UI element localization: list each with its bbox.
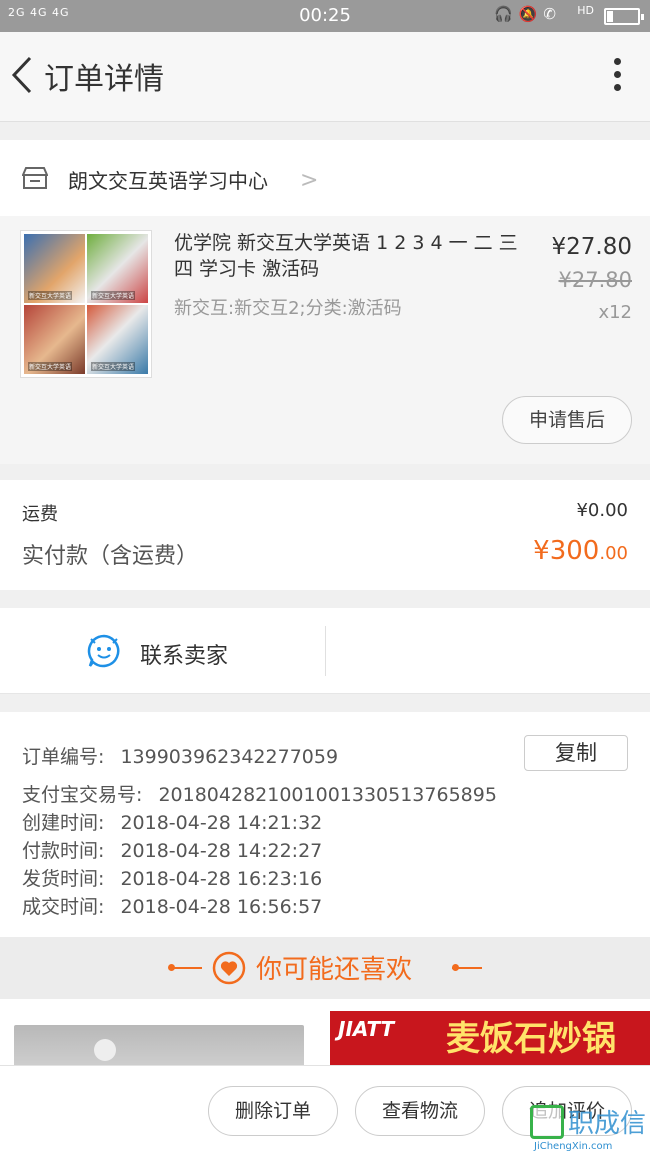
paid-amount: ¥300.00 bbox=[533, 536, 628, 566]
shop-name: 朗文交互英语学习中心 bbox=[68, 169, 268, 193]
recommend-item-wok[interactable]: JIATT 麦饭石炒锅 bbox=[330, 1011, 650, 1065]
app-header: 订单详情 bbox=[0, 32, 650, 122]
phone-icon: ✆ bbox=[543, 5, 562, 23]
headset-icon: 🎧 bbox=[494, 5, 519, 23]
paid-time: 2018-04-28 14:22:27 bbox=[120, 840, 323, 862]
watermark-logo bbox=[530, 1105, 564, 1139]
created-time: 2018-04-28 14:21:32 bbox=[120, 812, 323, 834]
product-original-price: ¥27.80 bbox=[558, 268, 632, 292]
recommend-list: JIATT 麦饭石炒锅 bbox=[0, 999, 650, 1065]
ad-brand: JIATT bbox=[338, 1017, 395, 1041]
shipped-time: 2018-04-28 16:23:16 bbox=[120, 868, 323, 890]
shop-row[interactable]: 朗文交互英语学习中心 > bbox=[0, 140, 650, 216]
watermark-cn: 职成信 bbox=[568, 1109, 647, 1139]
alipay-number: 2018042821001001330513765895 bbox=[158, 784, 497, 806]
view-logistics-button[interactable]: 查看物流 bbox=[355, 1086, 485, 1136]
recommend-item-cap[interactable] bbox=[14, 1025, 304, 1065]
hd-badge: HD bbox=[577, 4, 594, 17]
back-arrow-icon[interactable] bbox=[6, 52, 40, 98]
product-title[interactable]: 优学院 新交互大学英语 1 2 3 4 一 二 三 四 学习卡 激活码 bbox=[174, 230, 526, 282]
alipay-row: 支付宝交易号: 2018042821001001330513765895 bbox=[22, 780, 497, 807]
product-spec: 新交互:新交互2;分类:激活码 bbox=[174, 298, 402, 319]
bell-muted-icon: 🔕 bbox=[518, 5, 544, 23]
order-number-row: 订单编号: 139903962342277059 bbox=[22, 742, 338, 769]
thumb-cover-4: 新交互大学英语 bbox=[87, 305, 148, 374]
contact-seller-row[interactable]: 联系卖家 bbox=[0, 608, 650, 694]
more-options-icon[interactable] bbox=[612, 58, 622, 94]
recommend-header: 你可能还喜欢 bbox=[0, 937, 650, 999]
watermark-en: JiChengXin.com bbox=[534, 1141, 613, 1152]
product-price: ¥27.80 bbox=[551, 234, 632, 260]
status-bar: 2G 4G 4G 00:25 🎧🔕✆ HD bbox=[0, 0, 650, 32]
cap-image bbox=[94, 1039, 116, 1061]
thumb-cover-2: 新交互大学英语 bbox=[87, 234, 148, 303]
chevron-right-icon: > bbox=[300, 168, 319, 193]
product-quantity: x12 bbox=[598, 302, 632, 323]
decor-line bbox=[172, 967, 202, 969]
created-time-row: 创建时间: 2018-04-28 14:21:32 bbox=[22, 812, 323, 834]
shipping-label: 运费 bbox=[22, 504, 58, 525]
after-sale-button[interactable]: 申请售后 bbox=[502, 396, 632, 444]
chat-bubble-icon bbox=[87, 634, 120, 668]
product-thumbnail[interactable]: 新交互大学英语 新交互大学英语 新交互大学英语 新交互大学英语 bbox=[20, 230, 152, 378]
site-watermark: 职成信 JiChengXin.com bbox=[530, 1103, 646, 1153]
copy-button[interactable]: 复制 bbox=[524, 735, 628, 771]
divider bbox=[325, 626, 326, 676]
closed-time: 2018-04-28 16:56:57 bbox=[120, 896, 323, 918]
closed-time-row: 成交时间: 2018-04-28 16:56:57 bbox=[22, 896, 323, 918]
page-title: 订单详情 bbox=[44, 62, 164, 97]
shipping-value: ¥0.00 bbox=[576, 500, 628, 521]
store-icon bbox=[22, 167, 48, 189]
order-number-label: 订单编号: bbox=[22, 746, 105, 768]
battery-icon bbox=[604, 8, 644, 25]
paid-time-row: 付款时间: 2018-04-28 14:22:27 bbox=[22, 840, 323, 862]
delete-order-button[interactable]: 删除订单 bbox=[208, 1086, 338, 1136]
shipped-time-row: 发货时间: 2018-04-28 16:23:16 bbox=[22, 868, 323, 890]
alipay-label: 支付宝交易号: bbox=[22, 784, 143, 806]
product-item[interactable]: 新交互大学英语 新交互大学英语 新交互大学英语 新交互大学英语 优学院 新交互大… bbox=[0, 216, 650, 464]
thumb-cover-1: 新交互大学英语 bbox=[24, 234, 85, 303]
paid-label: 实付款（含运费） bbox=[22, 544, 199, 569]
ad-product: 麦饭石炒锅 bbox=[446, 1019, 616, 1059]
contact-seller-label: 联系卖家 bbox=[140, 644, 229, 669]
fee-summary: 运费 ¥0.00 实付款（含运费） ¥300.00 bbox=[0, 480, 650, 590]
recommend-title: 你可能还喜欢 bbox=[256, 955, 413, 985]
order-info: 订单编号: 139903962342277059 复制 支付宝交易号: 2018… bbox=[0, 712, 650, 937]
status-icons: 🎧🔕✆ bbox=[494, 5, 562, 23]
order-number: 139903962342277059 bbox=[120, 746, 339, 768]
decor-dot bbox=[452, 964, 459, 971]
thumb-cover-3: 新交互大学英语 bbox=[24, 305, 85, 374]
heart-icon bbox=[212, 951, 246, 985]
battery-level bbox=[607, 11, 613, 22]
